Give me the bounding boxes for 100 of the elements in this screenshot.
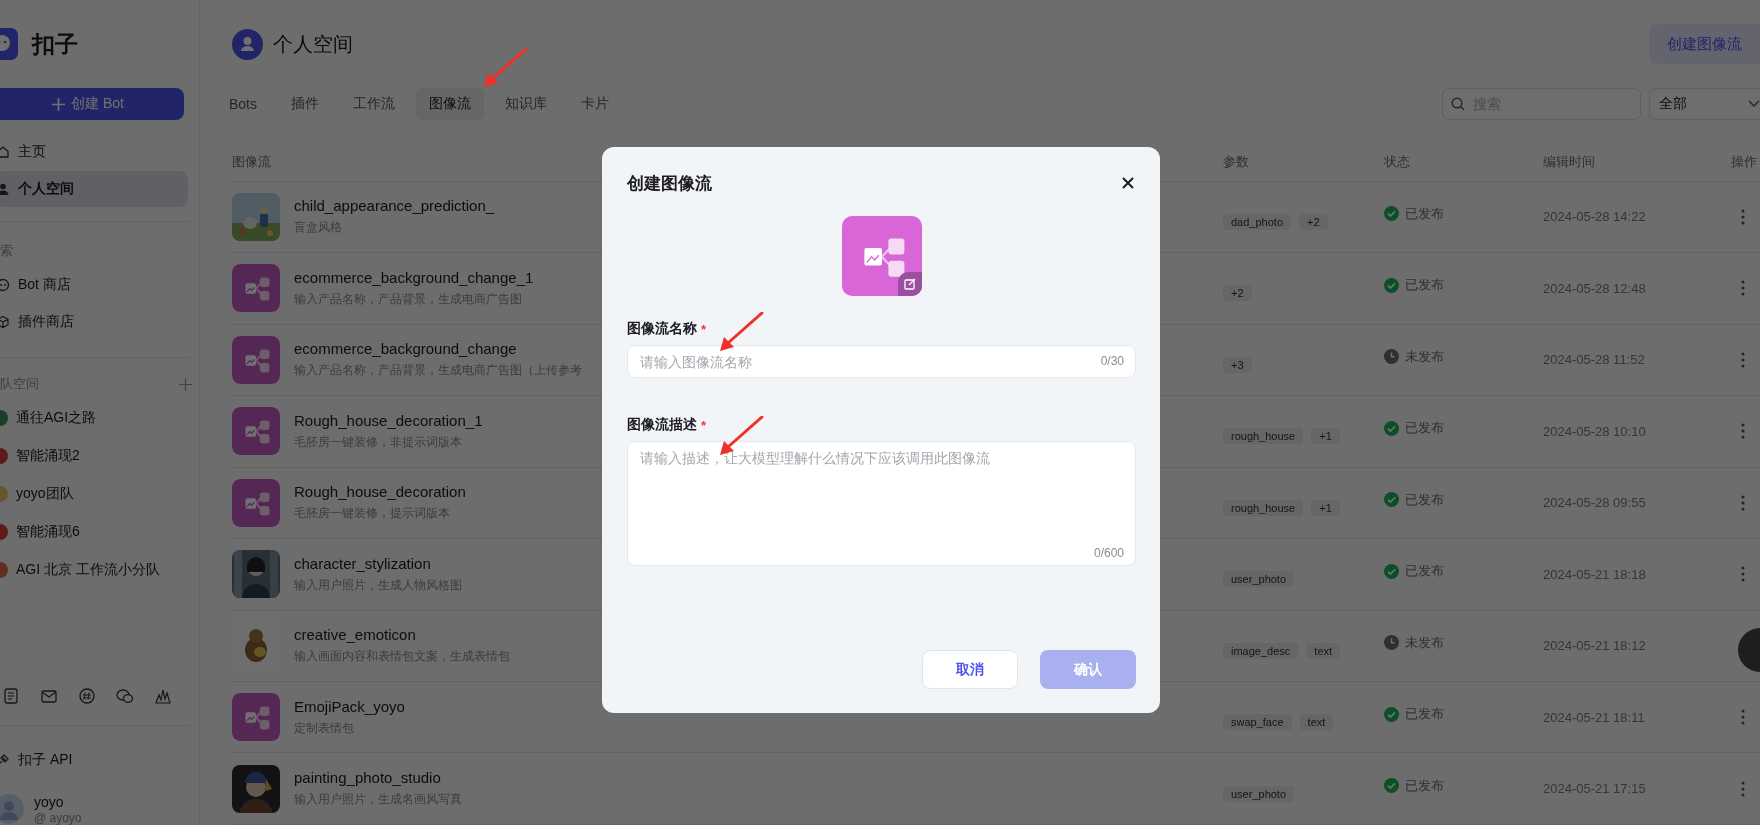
team-item[interactable]: 智能涌现2 [0,438,188,474]
status-text: 已发布 [1405,705,1444,724]
column-header: 参数 [1223,153,1250,172]
team-item[interactable]: 通往AGI之路 [0,400,188,436]
param-tag: image_desc [1223,642,1299,659]
more-icon[interactable] [1741,780,1745,797]
char-counter: 0/600 [1093,546,1124,560]
column-header: 编辑时间 [1543,153,1596,172]
more-icon[interactable] [1741,351,1745,368]
param-tag: +1 [1311,499,1340,516]
plus-icon[interactable] [179,377,192,391]
edit-time: 2024-05-28 09:55 [1543,495,1647,511]
close-button[interactable] [1120,175,1136,191]
param-tag: +3 [1223,356,1252,373]
image-flow-icon [232,693,280,742]
nav-item[interactable]: 主页 [0,134,188,170]
status-text: 已发布 [1405,419,1444,438]
app-name: 扣子 [32,29,78,59]
edit-time: 2024-05-21 18:11 [1543,709,1646,725]
edit-time: 2024-05-28 10:10 [1543,423,1647,439]
cube-icon [0,315,10,329]
edit-time: 2024-05-28 11:52 [1543,352,1646,368]
filter-select[interactable]: 全部 [1649,88,1760,120]
annotation-arrow [720,312,764,351]
tab[interactable]: Bots [216,88,270,120]
space-avatar [232,28,263,60]
team-item[interactable]: 智能涌现6 [0,514,188,550]
image-flow-icon [232,478,280,527]
api-link[interactable]: 扣子 API [0,741,188,778]
nav-label: 扣子 API [18,750,73,769]
image-flow-icon [232,335,280,384]
nav-label: 主页 [18,143,46,161]
team-item[interactable]: yoyo团队 [0,476,188,512]
column-header: 状态 [1384,153,1411,172]
status-text: 未发布 [1405,633,1444,652]
param-tag: dad_photo [1223,213,1291,230]
param-tag: text [1306,642,1341,659]
tab[interactable]: 图像流 [416,88,484,120]
team-name: 通往AGI之路 [16,409,97,427]
dialog-title: 创建图像流 [627,172,712,195]
person-icon [0,182,10,196]
more-icon[interactable] [1741,566,1745,583]
annotation-arrow [484,48,528,87]
edit-time: 2024-05-21 18:18 [1543,566,1647,582]
more-icon[interactable] [1741,494,1745,511]
edit-time: 2024-05-28 14:22 [1543,209,1647,225]
param-tag: rough_house [1223,499,1304,516]
required-mark: * [701,417,707,433]
more-icon[interactable] [1741,280,1745,297]
flow-name: Rough_house_decoration [294,483,466,501]
plus-icon [52,97,66,111]
status-text: 已发布 [1405,562,1444,581]
nav-label: Bot 商店 [18,276,71,294]
chevron-down-icon [1748,100,1760,108]
home-icon [0,145,10,159]
image-flow-icon [232,407,280,456]
flow-name: painting_photo_studio [294,769,442,787]
column-header: 图像流 [232,153,272,172]
edit-time: 2024-05-28 12:48 [1543,280,1647,296]
flow-name: ecommerce_background_change_1 [294,268,534,286]
edit-time: 2024-05-21 17:15 [1543,781,1647,797]
tab[interactable]: 知识库 [492,88,560,120]
param-tag: swap_face [1223,714,1292,731]
status-text: 已发布 [1405,276,1444,295]
flow-name: creative_emoticon [294,626,417,644]
nav-item[interactable]: Bot 商店 [0,267,188,303]
param-tag: +2 [1299,213,1328,230]
team-item[interactable]: AGI 北京 工作流小分队 [0,552,188,588]
bot-icon [0,278,10,292]
flow-name: EmojiPack_yoyo [294,697,405,715]
nav-item[interactable]: 插件商店 [0,304,188,340]
chat-icon[interactable] [78,686,96,705]
param-tag: rough_house [1223,428,1304,445]
param-tag: +1 [1311,428,1340,445]
edit-time: 2024-05-21 18:12 [1543,638,1647,654]
tab[interactable]: 工作流 [340,88,408,120]
team-name: 智能涌现2 [16,447,80,465]
create-image-flow-button[interactable]: 创建图像流 [1649,24,1760,64]
more-icon[interactable] [1741,423,1745,440]
param-tag: user_photo [1223,785,1295,802]
flow-name: child_appearance_prediction_ [294,197,495,215]
image-flow-icon[interactable] [841,216,922,296]
more-icon[interactable] [1741,709,1745,726]
nav-item[interactable]: 个人空间 [0,171,188,207]
document-icon[interactable] [2,686,20,705]
more-icon[interactable] [1741,208,1745,225]
flow-name: ecommerce_background_change [294,340,518,358]
wechat-icon[interactable] [116,686,134,705]
status-text: 已发布 [1405,204,1444,223]
param-tag: user_photo [1223,571,1295,588]
user-avatar[interactable] [0,794,24,825]
nav-label: 插件商店 [18,313,74,331]
close-icon [1120,175,1136,191]
cancel-button[interactable]: 取消 [922,650,1018,689]
field-label: 图像流名称 [627,320,697,338]
status-text: 未发布 [1405,347,1444,366]
tab[interactable]: 插件 [278,88,332,120]
tab[interactable]: 卡片 [568,88,622,120]
create-bot-button[interactable]: 创建 Bot [0,88,184,120]
nav-label: 个人空间 [18,180,74,198]
